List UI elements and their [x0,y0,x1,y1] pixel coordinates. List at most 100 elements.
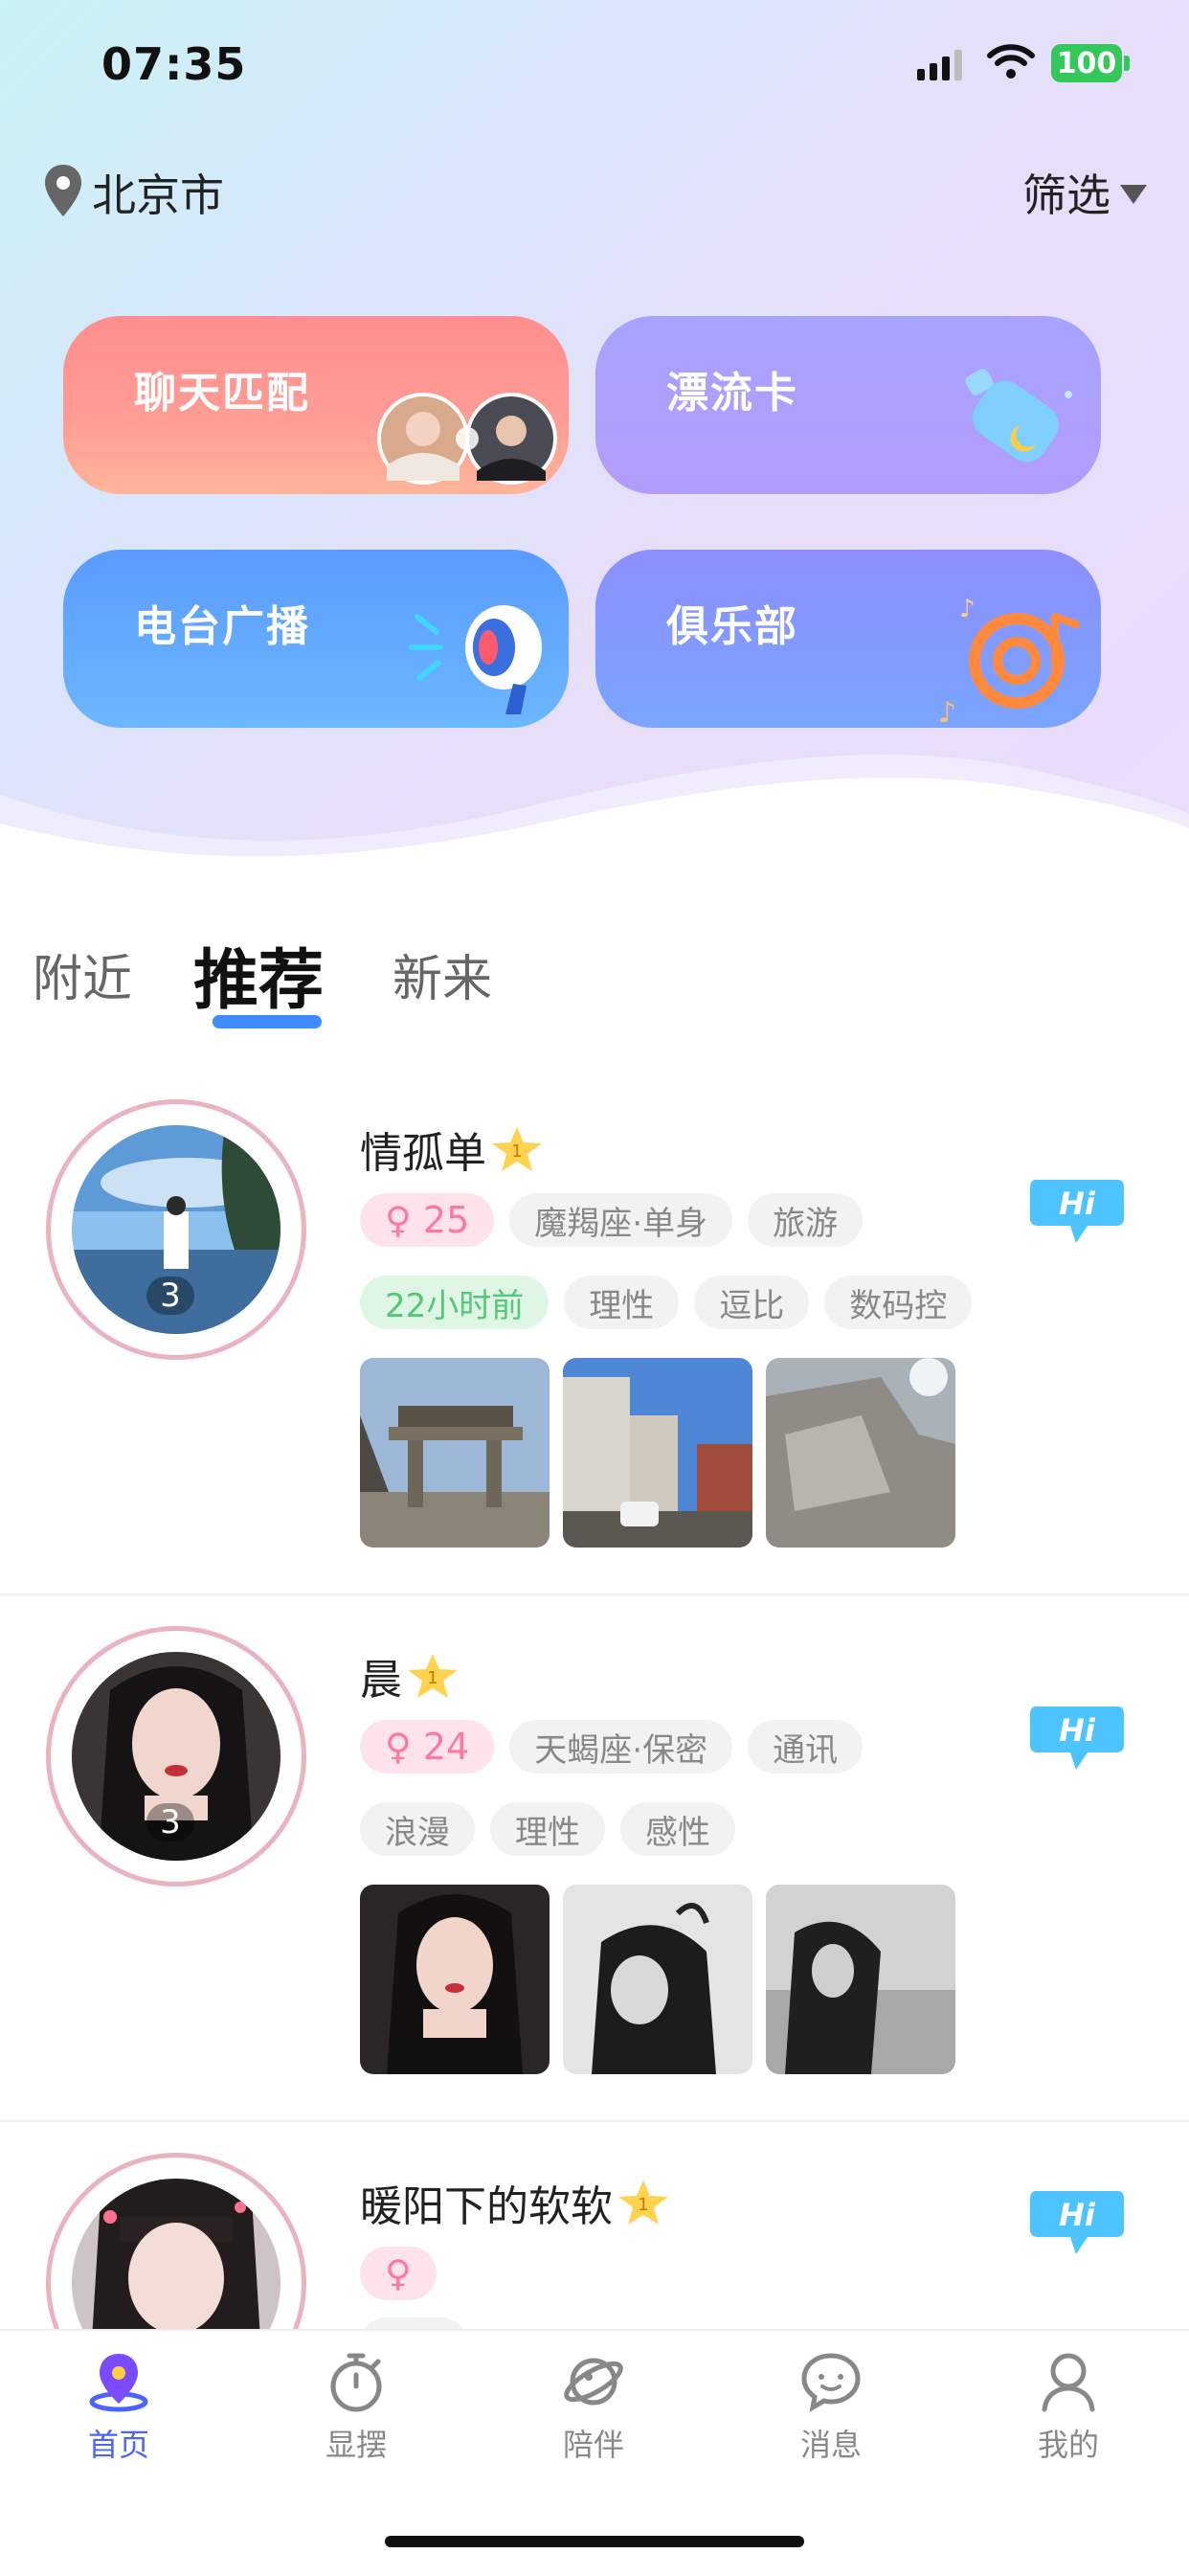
tag-row: 22小时前 理性 逗比 数码控 [360,1276,973,1329]
rank-star-icon: 1 [618,2181,668,2225]
say-hi-button[interactable]: Hi [1028,2187,1126,2260]
person-icon [1042,2353,1095,2412]
planet-icon [564,2358,623,2406]
tag-chip: 通讯 [748,1720,864,1774]
photo-thumbnail[interactable] [360,1885,550,2074]
bottle-icon [965,369,1072,463]
tab-nearby[interactable]: 附近 [33,938,132,1010]
radio-broadcast-card[interactable]: 电台广播 [63,550,569,728]
photo-count: 3 [146,1803,194,1842]
last-active-chip: 22小时前 [360,1276,550,1329]
rank-number: 1 [427,1668,437,1688]
tab-active-indicator [213,1015,322,1028]
filter-label: 筛选 [1022,169,1110,221]
nav-home[interactable]: 首页 [42,2348,195,2465]
gender-age-chip: ♀ 24 [360,1720,495,1774]
photo-thumbnail[interactable] [766,1885,955,2074]
user-name-row: 暖阳下的软软 1 [360,2172,670,2233]
matched-avatars-icon [377,393,557,485]
nav-companion[interactable]: 陪伴 [517,2348,670,2465]
tag-row: ♀ 24 天蝎座·保密 通讯 [360,1720,864,1774]
tag-chip [360,2317,467,2329]
status-time: 07:35 [101,38,247,90]
header-wave [0,755,1189,900]
tag-chip: 感性 [620,1802,735,1856]
drift-card[interactable]: 漂流卡 [595,316,1101,494]
user-name-row: 情孤单 1 [360,1119,544,1180]
nav-label: 消息 [799,2427,862,2463]
drift-card-label: 漂流卡 [666,369,798,418]
location-pin-icon[interactable] [42,163,84,218]
radio-broadcast-label: 电台广播 [134,602,310,651]
club-card[interactable]: 俱乐部 ♪ ♪ [595,550,1101,728]
divider [0,1593,1189,1595]
photo-strip [360,1358,955,1548]
photo-thumbnail[interactable] [766,1358,955,1548]
chat-match-card[interactable]: 聊天匹配 [63,316,569,494]
user-name: 情孤单 [360,1129,486,1178]
tag-chip: 旅游 [748,1193,864,1247]
tag-row: ♀ 25 魔羯座·单身 旅游 [360,1193,864,1247]
megaphone-icon [409,605,542,714]
tag-chip: 浪漫 [360,1802,475,1856]
current-city[interactable]: 北京市 [92,161,224,224]
tag-row: ♀ [360,2247,437,2300]
photo-count: 3 [146,1277,194,1315]
chat-bubble-icon [801,2353,861,2412]
avatar [72,2179,280,2329]
tag-chip: 理性 [564,1276,680,1329]
nav-label: 我的 [1037,2427,1099,2463]
tab-new[interactable]: 新来 [393,938,492,1010]
rank-star-icon: 1 [408,1654,458,1698]
gender-age-chip: ♀ [360,2247,437,2300]
nav-label: 显摆 [325,2427,387,2463]
avatar-ring[interactable] [46,2153,306,2329]
tab-recommended[interactable]: 推荐 [193,927,324,1022]
filter-button[interactable]: 筛选 [1022,161,1147,224]
stopwatch-icon [330,2353,382,2412]
say-hi-button[interactable]: Hi [1028,1703,1126,1775]
hi-label: Hi [1059,1186,1096,1222]
user-card[interactable]: 3 情孤单 1 ♀ 25 魔羯座·单身 旅游 22小时前 理性 逗比 数码控 H… [0,1099,1189,1626]
rank-star-icon: 1 [492,1127,542,1171]
planet-pin-icon [89,2354,148,2412]
nav-messages[interactable]: 消息 [754,2348,908,2465]
music-disc-icon: ♪ ♪ [938,595,1080,722]
tag-row [360,2317,467,2329]
nav-label: 首页 [87,2427,149,2463]
wifi-icon [987,44,1035,79]
tag-row: 浪漫 理性 感性 [360,1802,735,1856]
photo-thumbnail[interactable] [360,1358,550,1548]
rank-number: 1 [638,2195,648,2215]
battery-cap [1124,56,1130,71]
home-indicator [385,2536,804,2547]
svg-text:♪: ♪ [938,696,956,722]
photo-thumbnail[interactable] [563,1885,752,2074]
user-name-row: 晨 1 [360,1645,460,1706]
svg-text:♪: ♪ [959,595,976,623]
photo-thumbnail[interactable] [563,1358,752,1548]
user-name: 暖阳下的软软 [360,2182,613,2231]
user-card[interactable]: 暖阳下的软软 1 ♀ Hi [0,2153,1189,2329]
club-label: 俱乐部 [666,602,798,651]
nav-label: 陪伴 [562,2427,624,2463]
gender-age-chip: ♀ 25 [360,1193,495,1247]
tag-chip: 魔羯座·单身 [509,1193,733,1247]
chat-match-label: 聊天匹配 [134,369,310,418]
divider [0,2120,1189,2122]
nav-me[interactable]: 我的 [992,2348,1145,2465]
hi-label: Hi [1059,2197,1096,2233]
tag-chip: 数码控 [824,1276,973,1329]
battery-indicator: 100 [1051,44,1122,82]
avatar-ring[interactable]: 3 [46,1626,306,1887]
avatar-ring[interactable]: 3 [46,1099,306,1360]
tag-chip: 逗比 [694,1276,810,1329]
tag-chip: 理性 [490,1802,605,1856]
chevron-down-icon [1120,185,1147,204]
photo-strip [360,1885,955,2074]
nav-show[interactable]: 显摆 [280,2348,433,2465]
tag-chip: 天蝎座·保密 [509,1720,733,1774]
say-hi-button[interactable]: Hi [1028,1176,1126,1249]
user-card[interactable]: 3 晨 1 ♀ 24 天蝎座·保密 通讯 浪漫 理性 感性 Hi [0,1626,1189,2153]
rank-number: 1 [511,1141,522,1162]
